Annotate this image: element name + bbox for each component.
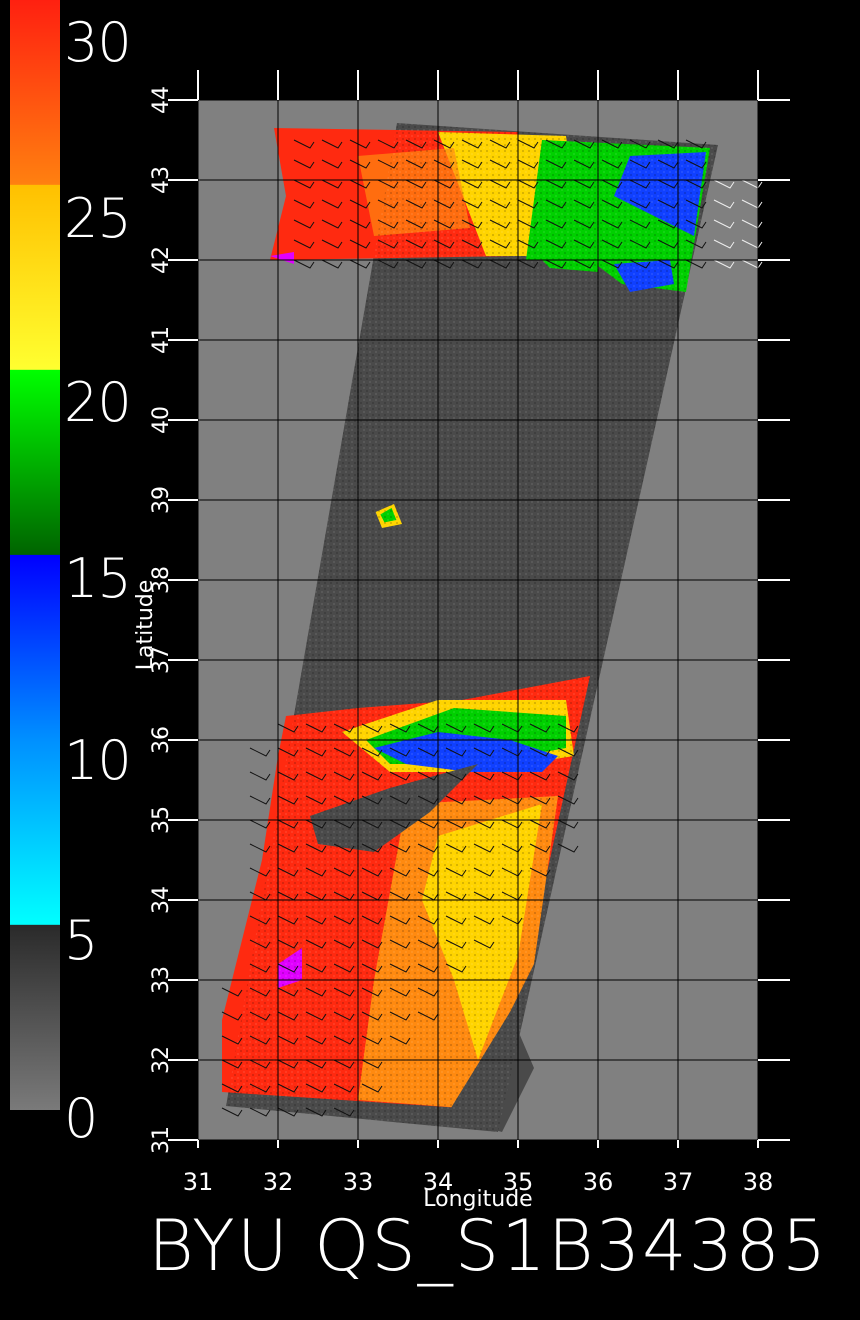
- y-tick-label: 41: [149, 326, 174, 354]
- y-tick-label: 34: [149, 886, 174, 914]
- y-tick-label: 43: [149, 166, 174, 194]
- y-tick-label: 39: [149, 486, 174, 514]
- y-tick-label: 44: [149, 86, 174, 114]
- x-tick-label: 37: [663, 1168, 694, 1196]
- x-tick-label: 31: [183, 1168, 214, 1196]
- y-axis-title: Latitude: [133, 580, 158, 671]
- y-tick-label: 42: [149, 246, 174, 274]
- y-tick-label: 32: [149, 1046, 174, 1074]
- x-tick-label: 33: [343, 1168, 374, 1196]
- x-tick-label: 32: [263, 1168, 294, 1196]
- x-tick-label: 38: [743, 1168, 774, 1196]
- y-tick-label: 31: [149, 1126, 174, 1154]
- y-tick-label: 35: [149, 806, 174, 834]
- dataset-title: BYU QS_S1B34385: [148, 1205, 829, 1287]
- y-tick-label: 40: [149, 406, 174, 434]
- wind-speed-map: 31 32 33 34 35 36 37 38313233343536373839404142…: [133, 70, 790, 1212]
- x-tick-label: 36: [583, 1168, 614, 1196]
- y-tick-label: 36: [149, 726, 174, 754]
- y-tick-label: 33: [149, 966, 174, 994]
